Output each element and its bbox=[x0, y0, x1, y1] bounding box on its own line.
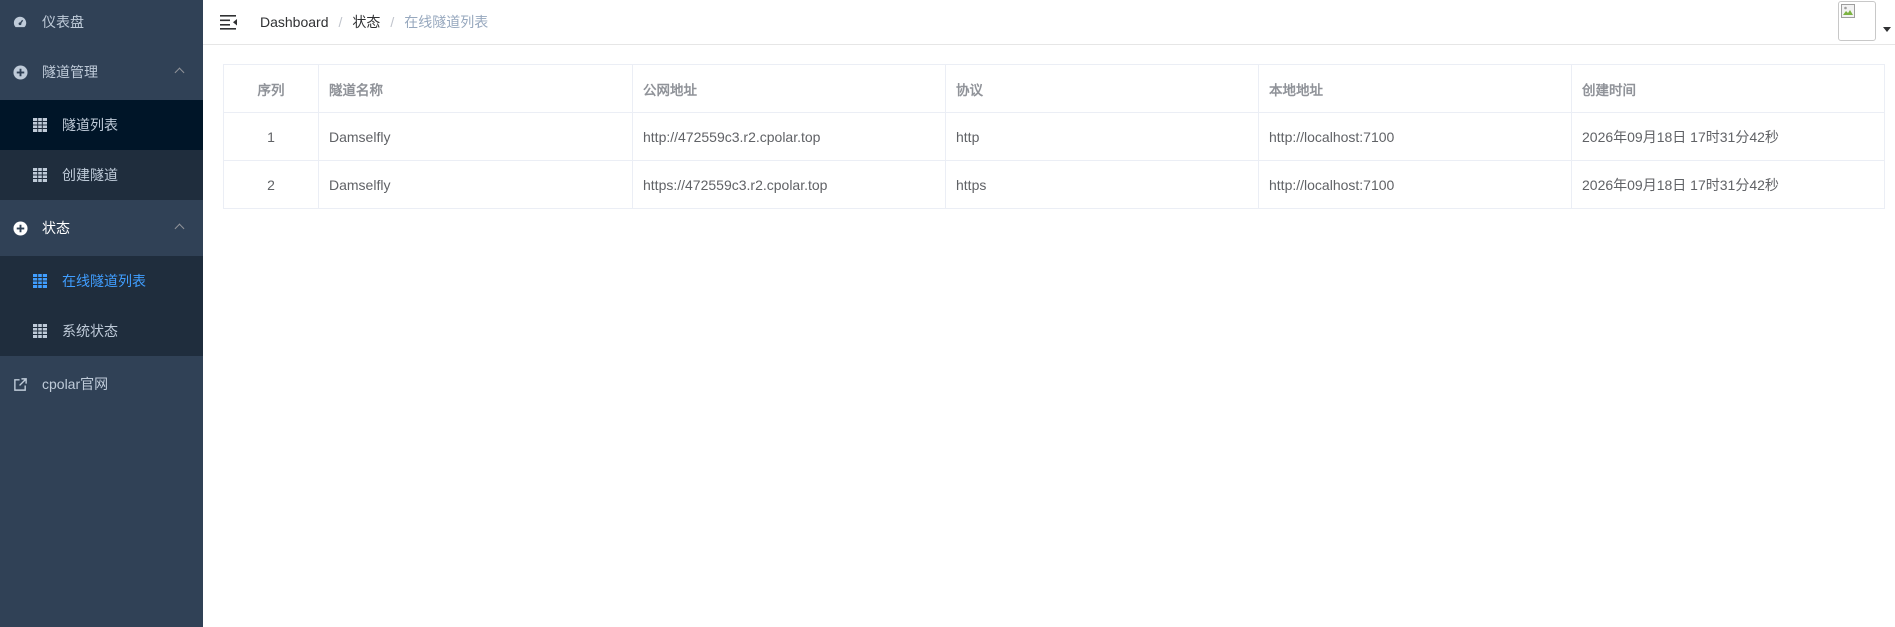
sidebar-item-label: 隧道管理 bbox=[42, 64, 98, 80]
app-root: 仪表盘 隧道管理 隧道列表 创建隧道 状态 在线隧道列表 系统状态 cpolar… bbox=[0, 0, 1895, 627]
column-header-created-at: 创建时间 bbox=[1571, 64, 1885, 113]
sidebar-item-cpolar-official[interactable]: cpolar官网 bbox=[0, 356, 203, 412]
table-header-row: 序列 隧道名称 公网地址 协议 本地地址 创建时间 bbox=[223, 64, 1885, 113]
table-icon bbox=[33, 273, 48, 289]
cell-protocol: https bbox=[945, 160, 1259, 209]
breadcrumb-separator: / bbox=[390, 14, 395, 30]
table-icon bbox=[33, 117, 48, 133]
cell-public-url: http://472559c3.r2.cpolar.top bbox=[632, 112, 946, 161]
sidebar-submenu-status[interactable]: 状态 bbox=[0, 200, 203, 256]
sidebar-item-label: cpolar官网 bbox=[42, 376, 109, 392]
sidebar-item-online-tunnel-list[interactable]: 在线隧道列表 bbox=[0, 256, 203, 306]
cell-protocol: http bbox=[945, 112, 1259, 161]
breadcrumb-status[interactable]: 状态 bbox=[352, 12, 380, 32]
table-row: 2 Damselfly https://472559c3.r2.cpolar.t… bbox=[223, 160, 1885, 209]
breadcrumb: Dashboard / 状态 / 在线隧道列表 bbox=[260, 12, 488, 32]
sidebar-item-tunnel-list[interactable]: 隧道列表 bbox=[0, 100, 203, 150]
table-icon bbox=[33, 323, 48, 339]
cell-local-address: http://localhost:7100 bbox=[1258, 112, 1572, 161]
navbar: Dashboard / 状态 / 在线隧道列表 bbox=[203, 0, 1895, 45]
plus-circle-icon bbox=[12, 220, 28, 236]
column-header-local-address: 本地地址 bbox=[1258, 64, 1572, 113]
submenu-status: 在线隧道列表 系统状态 bbox=[0, 256, 203, 356]
sidebar-item-label: 隧道列表 bbox=[62, 117, 118, 133]
dashboard-icon bbox=[12, 14, 28, 30]
sidebar-item-label: 仪表盘 bbox=[42, 14, 84, 30]
cell-public-url: https://472559c3.r2.cpolar.top bbox=[632, 160, 946, 209]
table-icon bbox=[33, 167, 48, 183]
chevron-up-icon bbox=[174, 223, 185, 234]
caret-down-icon[interactable] bbox=[1883, 27, 1891, 32]
external-link-icon bbox=[12, 376, 28, 392]
cell-local-address: http://localhost:7100 bbox=[1258, 160, 1572, 209]
column-header-name: 隧道名称 bbox=[318, 64, 633, 113]
sidebar-item-label: 创建隧道 bbox=[62, 167, 118, 183]
sidebar-submenu-tunnel-management[interactable]: 隧道管理 bbox=[0, 44, 203, 100]
online-tunnels-table: 序列 隧道名称 公网地址 协议 本地地址 创建时间 1 Damselfly ht… bbox=[223, 64, 1885, 209]
hamburger-icon[interactable] bbox=[219, 12, 239, 32]
breadcrumb-current: 在线隧道列表 bbox=[404, 14, 489, 30]
sidebar-item-create-tunnel[interactable]: 创建隧道 bbox=[0, 150, 203, 200]
column-header-protocol: 协议 bbox=[945, 64, 1259, 113]
sidebar-item-label: 状态 bbox=[42, 220, 70, 236]
submenu-tunnel-management: 隧道列表 创建隧道 bbox=[0, 100, 203, 200]
table-row: 1 Damselfly http://472559c3.r2.cpolar.to… bbox=[223, 112, 1885, 161]
cell-index: 1 bbox=[223, 112, 319, 161]
breadcrumb-dashboard[interactable]: Dashboard bbox=[260, 14, 329, 30]
cell-created-at: 2026年09月18日 17时31分42秒 bbox=[1571, 112, 1885, 161]
chevron-up-icon bbox=[174, 67, 185, 78]
sidebar-item-dashboard[interactable]: 仪表盘 bbox=[0, 0, 203, 44]
cell-created-at: 2026年09月18日 17时31分42秒 bbox=[1571, 160, 1885, 209]
column-header-public-url: 公网地址 bbox=[632, 64, 946, 113]
cell-name: Damselfly bbox=[318, 160, 633, 209]
sidebar-item-system-status[interactable]: 系统状态 bbox=[0, 306, 203, 356]
avatar[interactable] bbox=[1838, 1, 1876, 41]
main-content: 序列 隧道名称 公网地址 协议 本地地址 创建时间 1 Damselfly ht… bbox=[203, 46, 1895, 627]
cell-index: 2 bbox=[223, 160, 319, 209]
breadcrumb-separator: / bbox=[338, 14, 343, 30]
user-menu[interactable] bbox=[1838, 0, 1895, 45]
sidebar-item-label: 在线隧道列表 bbox=[62, 273, 146, 289]
plus-circle-icon bbox=[12, 64, 28, 80]
sidebar: 仪表盘 隧道管理 隧道列表 创建隧道 状态 在线隧道列表 系统状态 cpolar… bbox=[0, 0, 203, 627]
column-header-index: 序列 bbox=[223, 64, 319, 113]
cell-name: Damselfly bbox=[318, 112, 633, 161]
broken-image-icon bbox=[1841, 4, 1855, 18]
sidebar-item-label: 系统状态 bbox=[62, 323, 118, 339]
